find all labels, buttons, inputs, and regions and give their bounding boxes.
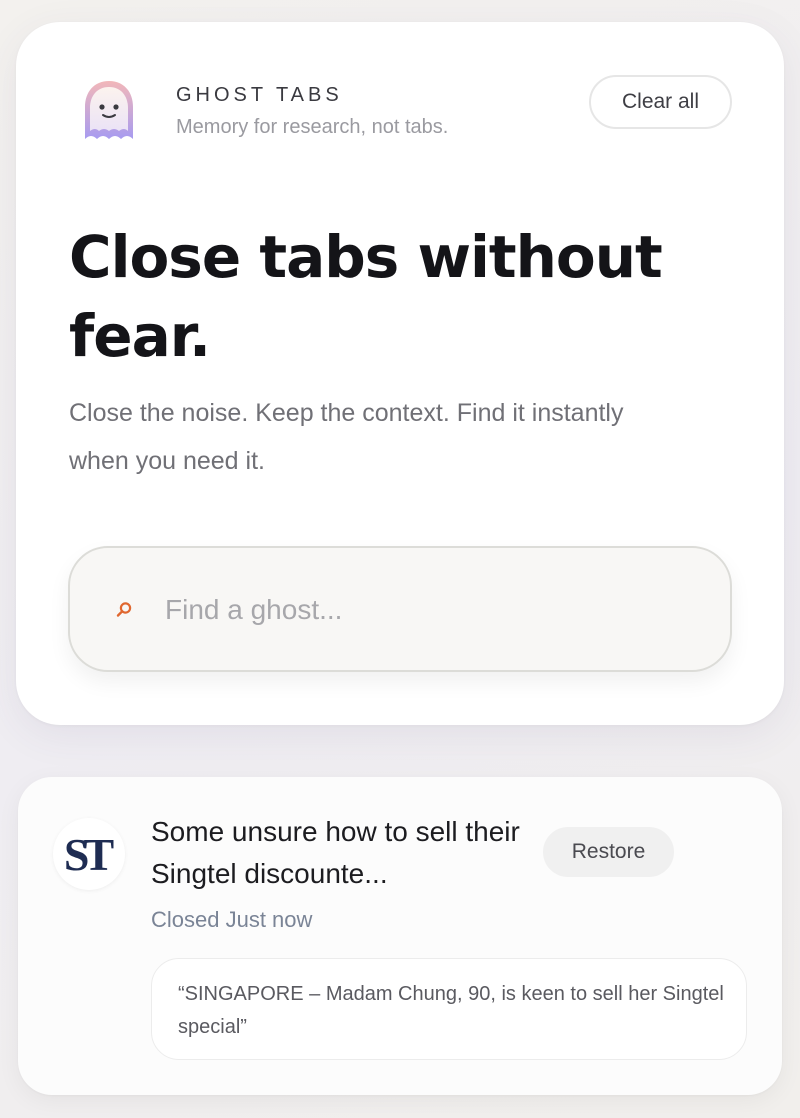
- brand-name: GHOST TABS: [176, 84, 343, 106]
- hero-card: GHOST TABS Memory for research, not tabs…: [16, 22, 784, 725]
- search-icon: [116, 602, 132, 617]
- closed-timestamp: Closed Just now: [151, 907, 313, 932]
- restore-button[interactable]: Restore: [543, 827, 674, 877]
- tab-title[interactable]: Some unsure how to sell their Singtel di…: [151, 811, 521, 895]
- hero-subtitle: Close the noise. Keep the context. Find …: [69, 399, 624, 475]
- tab-snippet: “SINGAPORE – Madam Chung, 90, is keen to…: [151, 958, 747, 1060]
- search-box[interactable]: [68, 546, 732, 672]
- hero-heading: Close tabs without fear.: [69, 223, 663, 370]
- snippet-text: “SINGAPORE – Madam Chung, 90, is keen to…: [178, 983, 724, 1038]
- ghost-logo-icon: [85, 81, 133, 139]
- brand-tagline: Memory for research, not tabs.: [176, 116, 449, 138]
- clear-all-button[interactable]: Clear all: [589, 75, 732, 129]
- closed-tab-card[interactable]: ST Some unsure how to sell their Singtel…: [18, 777, 782, 1095]
- favicon-text: ST: [63, 828, 114, 880]
- site-favicon: ST: [53, 818, 125, 890]
- search-input[interactable]: [165, 584, 685, 636]
